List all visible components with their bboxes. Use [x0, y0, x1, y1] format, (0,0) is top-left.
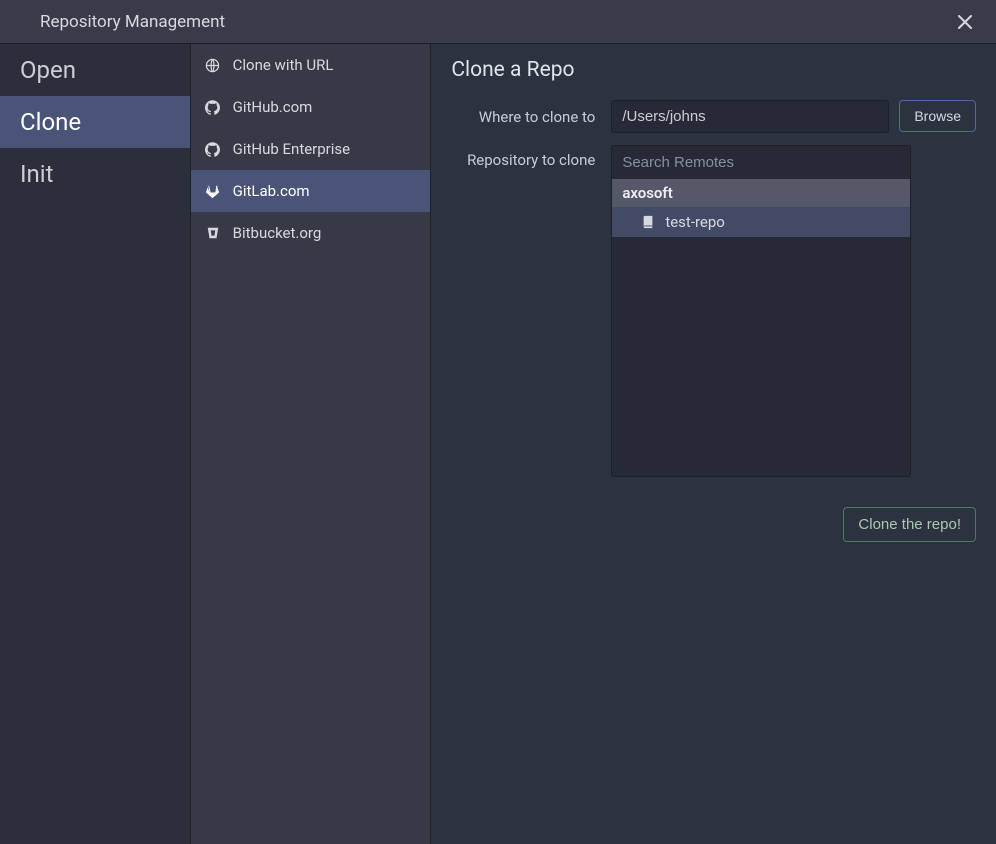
close-icon[interactable] — [950, 11, 980, 33]
gitlab-icon — [205, 183, 221, 199]
source-github-enterprise[interactable]: GitHub Enterprise — [191, 128, 431, 170]
source-label: Bitbucket.org — [233, 224, 322, 242]
left-nav-open[interactable]: Open — [0, 44, 190, 96]
repo-list-empty-area — [612, 237, 910, 476]
source-clone-url[interactable]: Clone with URL — [191, 44, 431, 86]
source-github[interactable]: GitHub.com — [191, 86, 431, 128]
where-input[interactable] — [611, 100, 889, 133]
repo-label: Repository to clone — [451, 145, 611, 169]
source-bitbucket[interactable]: Bitbucket.org — [191, 212, 431, 254]
panel-title: Clone a Repo — [451, 58, 976, 82]
github-icon — [205, 99, 221, 115]
repo-item-label: test-repo — [665, 213, 725, 231]
clone-panel: Clone a Repo Where to clone to Browse Re… — [431, 44, 996, 844]
book-icon — [640, 215, 655, 230]
source-gitlab[interactable]: GitLab.com — [191, 170, 431, 212]
bitbucket-icon — [205, 225, 221, 241]
left-nav-init[interactable]: Init — [0, 148, 190, 200]
source-label: GitHub Enterprise — [233, 140, 351, 158]
repo-row: Repository to clone axosoft test-repo — [451, 145, 976, 477]
window-title: Repository Management — [40, 12, 225, 32]
repo-picker: axosoft test-repo — [611, 145, 911, 477]
source-label: GitLab.com — [233, 182, 310, 200]
repo-group-header: axosoft — [612, 179, 910, 207]
left-nav-clone[interactable]: Clone — [0, 96, 190, 148]
globe-icon — [205, 57, 221, 73]
github-icon — [205, 141, 221, 157]
repo-item[interactable]: test-repo — [612, 207, 910, 237]
source-label: Clone with URL — [233, 56, 334, 74]
source-label: GitHub.com — [233, 98, 313, 116]
browse-button[interactable]: Browse — [899, 100, 976, 132]
search-remotes-input[interactable] — [612, 146, 910, 179]
left-nav: Open Clone Init — [0, 44, 191, 844]
body: Open Clone Init Clone with URL GitHub.co… — [0, 44, 996, 844]
clone-button-row: Clone the repo! — [451, 507, 976, 542]
clone-repo-button[interactable]: Clone the repo! — [843, 507, 976, 542]
titlebar: Repository Management — [0, 0, 996, 44]
where-label: Where to clone to — [451, 108, 611, 126]
source-list: Clone with URL GitHub.com GitHub Enterpr… — [191, 44, 432, 844]
where-row: Where to clone to Browse — [451, 100, 976, 133]
